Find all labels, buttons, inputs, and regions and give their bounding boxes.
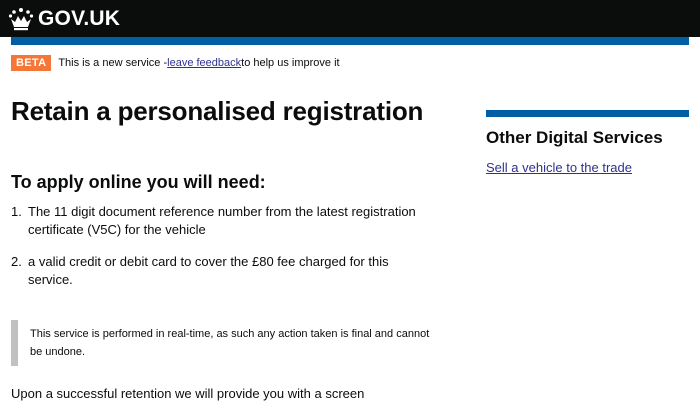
govuk-logo-link[interactable]: GOV.UK: [8, 6, 120, 32]
phase-banner: BETA This is a new service - leave feedb…: [11, 53, 340, 73]
site-header: GOV.UK: [0, 0, 700, 37]
phase-text-before: This is a new service -: [58, 57, 168, 69]
apply-heading: To apply online you will need:: [11, 172, 266, 192]
bottom-paragraph: Upon a successful retention we will prov…: [11, 386, 365, 401]
phase-text-after: to help us improve it: [241, 57, 340, 69]
page-title: Retain a personalised registration: [11, 96, 424, 126]
sidebar-title: Other Digital Services: [486, 128, 663, 147]
list-item: 1. The 11 digit document reference numbe…: [11, 203, 431, 239]
inset-notice: This service is performed in real-time, …: [11, 320, 441, 366]
inset-text: This service is performed in real-time, …: [30, 328, 430, 358]
beta-tag: BETA: [11, 55, 52, 71]
list-number: 1.: [11, 204, 22, 219]
list-number: 2.: [11, 254, 22, 269]
requirements-list: 1. The 11 digit document reference numbe…: [11, 203, 431, 303]
sidebar-blue-bar: [486, 110, 689, 117]
crown-icon: [8, 8, 34, 31]
logo-text: GOV.UK: [38, 7, 121, 30]
leave-feedback-link[interactable]: leave feedback: [167, 57, 241, 69]
header-blue-bar: [11, 37, 689, 45]
sell-vehicle-link[interactable]: Sell a vehicle to the trade: [486, 160, 632, 175]
list-item-text: The 11 digit document reference number f…: [28, 204, 416, 237]
list-item-text: a valid credit or debit card to cover th…: [28, 254, 389, 287]
list-item: 2. a valid credit or debit card to cover…: [11, 253, 431, 289]
